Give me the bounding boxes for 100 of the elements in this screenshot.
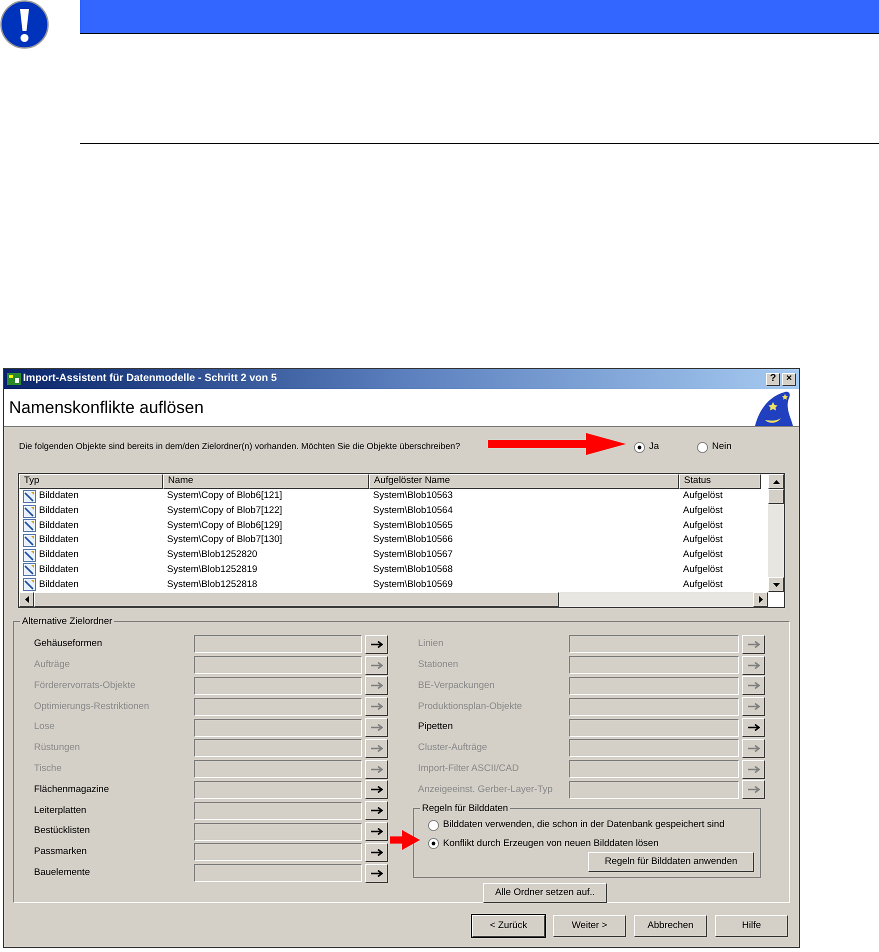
arrow-button[interactable]	[742, 697, 765, 716]
arrow-icon	[370, 870, 382, 877]
folder-field[interactable]	[194, 802, 362, 820]
column-header[interactable]: Name	[163, 474, 369, 489]
radio-button[interactable]	[428, 838, 439, 850]
table-cell: Bilddaten	[39, 489, 79, 504]
table-cell: Aufgelöst	[683, 578, 723, 592]
table-cell-text: System\Copy of Blob7[130]	[167, 533, 282, 548]
arrow-icon	[370, 744, 382, 752]
table-cell: System\Blob10563	[373, 489, 453, 504]
arrow-icon	[748, 640, 760, 648]
app-icon	[7, 373, 21, 385]
radio-label: Bilddaten verwenden, die schon in der Datenbank gespeichert sind	[443, 818, 724, 832]
arrow-button[interactable]	[742, 634, 765, 654]
folder-field[interactable]	[194, 676, 362, 695]
folder-field[interactable]	[194, 656, 362, 674]
folder-label: Rüstungen	[34, 741, 81, 756]
page-title: Namenskonflikte auflösen	[9, 396, 204, 419]
table-cell: Aufgelöst	[683, 548, 723, 562]
arrow-icon	[370, 682, 382, 690]
wizard-button[interactable]: Hilfe	[715, 915, 788, 937]
table-cell-text: System\Blob10566	[373, 533, 453, 548]
radio-button[interactable]	[634, 442, 645, 452]
folder-label: Import-Filter ASCII/CAD	[418, 762, 520, 776]
table-cell-text: System\Blob10564	[373, 504, 453, 518]
arrow-button[interactable]	[365, 760, 388, 779]
wizard-button[interactable]: Weiter >	[553, 915, 626, 937]
folder-field[interactable]	[194, 780, 362, 799]
radio-button[interactable]	[697, 442, 708, 452]
folder-field[interactable]	[194, 718, 362, 737]
folder-field[interactable]	[569, 739, 739, 758]
arrow-icon	[370, 828, 382, 836]
wizard-button[interactable]: Abbrechen	[634, 915, 707, 937]
wizard-button[interactable]: < Zurück	[472, 915, 545, 937]
folder-label: Linien	[418, 637, 444, 652]
folder-label: Förderervorrats-Objekte	[34, 678, 136, 693]
arrow-button[interactable]	[742, 718, 765, 738]
question-text: Die folgenden Objekte sind bereits in dem/den Zielordner(n) vorhanden. Möchten Sie die Objekte überschreiben?	[19, 440, 460, 451]
folder-field[interactable]	[569, 718, 739, 737]
folder-field[interactable]	[194, 635, 362, 654]
table-cell-text: Bilddaten	[39, 533, 79, 548]
arrow-button[interactable]	[742, 780, 765, 800]
folder-label: Tische	[34, 762, 63, 776]
arrow-button[interactable]	[742, 760, 765, 779]
folder-label: Optimierungs-Restriktionen	[34, 700, 150, 714]
radio-label: Konflikt durch Erzeugen von neuen Bilddaten lösen	[443, 836, 658, 851]
scroll-up-icon	[772, 480, 780, 484]
table-cell: Aufgelöst	[683, 518, 723, 533]
arrow-icon	[370, 848, 382, 856]
arrow-button[interactable]	[365, 634, 388, 654]
folder-label: Anzeigeeinst. Gerber-Layer-Typ	[418, 782, 554, 797]
arrow-icon	[748, 766, 760, 773]
folder-label: Cluster-Aufträge	[418, 741, 488, 756]
arrow-button[interactable]	[365, 656, 388, 675]
folder-field[interactable]	[569, 780, 739, 799]
arrow-button[interactable]	[365, 780, 388, 800]
scroll-thumb[interactable]	[768, 489, 784, 504]
folder-field[interactable]	[194, 739, 362, 758]
column-header[interactable]: Typ	[19, 474, 163, 489]
set-all-folders-button[interactable]: Alle Ordner setzen auf..	[483, 883, 607, 904]
image-file-icon	[23, 534, 36, 548]
folder-field[interactable]	[569, 676, 739, 695]
folder-field[interactable]	[569, 656, 739, 674]
arrow-button[interactable]	[365, 864, 388, 883]
folder-field[interactable]	[569, 635, 739, 654]
arrow-button[interactable]	[742, 656, 765, 675]
table-cell-text: Aufgelöst	[683, 533, 723, 548]
arrow-icon	[370, 703, 382, 710]
arrow-icon	[748, 662, 760, 669]
folder-field[interactable]	[194, 864, 362, 882]
arrow-button[interactable]	[742, 738, 765, 758]
arrow-button[interactable]	[365, 842, 388, 862]
arrow-button[interactable]	[365, 697, 388, 716]
folder-label: Stationen	[418, 658, 460, 672]
folder-field[interactable]	[194, 760, 362, 778]
apply-rules-button[interactable]: Regeln für Bilddaten anwenden	[588, 852, 754, 872]
folder-field[interactable]	[569, 698, 739, 716]
folder-field[interactable]	[194, 698, 362, 716]
folder-label: Pipetten	[418, 720, 454, 734]
folder-label: Lose	[34, 720, 56, 734]
folder-field[interactable]	[194, 822, 362, 841]
image-file-icon	[23, 563, 36, 576]
folder-field[interactable]	[569, 760, 739, 778]
arrow-button[interactable]	[365, 738, 388, 758]
vertical-scrollbar[interactable]	[768, 474, 784, 592]
arrow-button[interactable]	[365, 822, 388, 842]
help-button[interactable]: ?	[766, 372, 780, 386]
arrow-button[interactable]	[742, 676, 765, 696]
column-header[interactable]: Status	[679, 474, 761, 489]
arrow-button[interactable]	[365, 718, 388, 738]
horizontal-scrollbar[interactable]	[19, 592, 768, 607]
column-header[interactable]: Aufgelöster Name	[369, 474, 679, 489]
arrow-button[interactable]	[365, 801, 388, 820]
folder-field[interactable]	[194, 843, 362, 862]
folder-label: Passmarken	[34, 845, 88, 860]
radio-button[interactable]	[428, 820, 439, 831]
window-title: Import-Assistent für Datenmodelle - Schritt 2 von 5	[23, 371, 278, 386]
folder-label: Flächenmagazine	[34, 782, 110, 797]
close-button[interactable]: ×	[782, 372, 796, 386]
arrow-button[interactable]	[365, 676, 388, 696]
